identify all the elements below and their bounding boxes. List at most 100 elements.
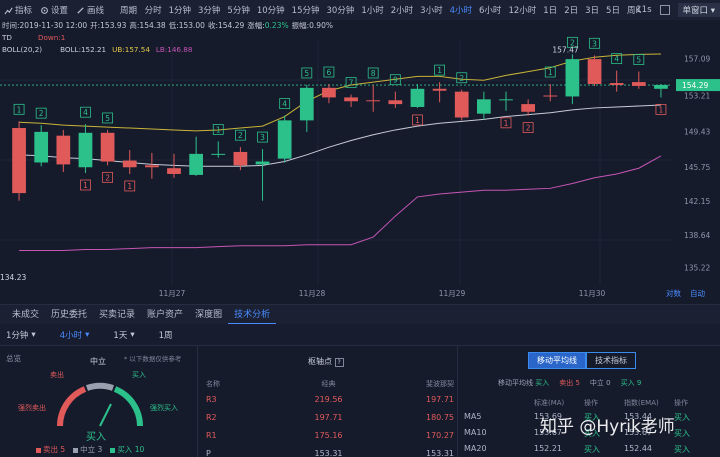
candle-body — [299, 87, 314, 121]
bottom-tab[interactable]: 账户资产 — [141, 305, 189, 325]
candle-body — [499, 99, 513, 101]
gear-icon — [41, 6, 48, 14]
candle-body — [189, 153, 203, 175]
ohlc-close: 收:154.29 — [207, 21, 245, 30]
bottom-tab[interactable]: 历史委托 — [45, 305, 93, 325]
candle-body — [654, 84, 668, 89]
interval-4-label: 1周 — [158, 330, 173, 341]
pencil-icon — [77, 6, 84, 14]
interval-3-label: 1天 — [113, 330, 128, 341]
pivot-fib: 170.27 — [426, 430, 454, 440]
td-count-up: 9 — [393, 76, 398, 85]
ohlc-low: 低:153.00 — [168, 21, 205, 30]
ma-name: MA20 — [464, 444, 487, 453]
timeframe-option[interactable]: 1分钟 — [165, 4, 194, 16]
candle-body — [609, 83, 624, 85]
interval-select-2[interactable]: 4小时 ▾ — [60, 329, 90, 341]
td-count-up: 5 — [304, 69, 309, 78]
timeframe-option[interactable]: 3小时 — [417, 4, 446, 16]
pivot-classic: 175.16 — [314, 430, 343, 440]
td-count-up: 5 — [105, 114, 110, 123]
candle-body — [322, 87, 336, 98]
ma-header-op2: 操作 — [674, 399, 688, 407]
timeframe-list: 分时 1分钟 3分钟 5分钟 10分钟 15分钟 30分钟 1小时 2小时 3小时 4小时 6小时 12… — [141, 4, 644, 16]
pivot-header-fib: 斐波那契 — [426, 380, 454, 388]
help-icon[interactable]: ? — [334, 358, 344, 367]
layout-dropdown[interactable]: 单窗口 ▾ — [677, 3, 720, 17]
price-axis-label: 135.22 — [684, 264, 710, 273]
timeframe-option[interactable]: 12小时 — [505, 4, 540, 16]
interval-2-label: 4小时 — [59, 330, 83, 341]
candle-body — [34, 131, 49, 163]
timeframe-option[interactable]: 2小时 — [387, 4, 416, 16]
gauge-buy-label: 买入 — [132, 371, 146, 379]
timeframe-option[interactable]: 3日 — [582, 4, 603, 16]
timeframe-option[interactable]: 6小时 — [476, 4, 505, 16]
ma-summary-buy: 买入 9 — [620, 379, 642, 387]
fullscreen-icon[interactable] — [659, 5, 670, 15]
pivot-row: R2 197.71 180.75 — [206, 408, 454, 426]
candle-body — [344, 97, 358, 102]
ohlc-time: 时间:2019-11-30 12:00 — [2, 21, 88, 30]
bottom-tab[interactable]: 深度图 — [189, 305, 228, 325]
price-axis-label: 149.43 — [684, 128, 710, 137]
watermark: 知乎 @Hyrik老师 — [540, 417, 675, 437]
draw-button[interactable]: 画线 — [72, 4, 108, 16]
timeframe-option[interactable]: 2日 — [561, 4, 582, 16]
pivot-name: R2 — [206, 412, 217, 422]
boll-name: BOLL(20,2) — [2, 45, 43, 54]
ma-row: MA20 152.21 买入 152.44 买入 — [464, 444, 714, 455]
gauge-arc-buy — [113, 386, 143, 427]
pivot-classic: 153.31 — [314, 448, 343, 457]
legend-neutral: 中立 3 — [73, 444, 102, 455]
price-chart[interactable]: 1 2 4512 345 67891212 34 51211 121157.09153.211… — [0, 20, 720, 304]
interval-select-1[interactable]: 1分钟 ▾ — [6, 329, 36, 341]
ohlc-change-value: 0.23% — [264, 21, 289, 30]
timeframe-option[interactable]: 1日 — [540, 4, 561, 16]
ma-summary-result: 买入 — [535, 379, 550, 387]
overview-gauge-panel: 总览 中立 * 以下数据仅供参考 卖出 买入 强烈卖出 强烈买入 买入 卖出 5… — [0, 346, 195, 457]
timeframe-option[interactable]: 4小时 — [446, 4, 475, 16]
auto-scale-toggle[interactable]: 自动 — [690, 288, 705, 298]
candle-body — [100, 132, 115, 162]
pivot-title: 枢轴点 ? — [308, 356, 344, 367]
timeframe-option[interactable]: 10分钟 — [253, 4, 288, 16]
pivot-header-name: 名称 — [206, 380, 220, 388]
layout-label: 单窗口 — [682, 6, 709, 16]
td-count-up: 3 — [260, 133, 265, 142]
timeframe-option[interactable]: 30分钟 — [323, 4, 358, 16]
interval-select-4[interactable]: 1周 — [159, 329, 173, 341]
indicators-button[interactable]: 指标 — [0, 4, 36, 16]
bottom-tab[interactable]: 买卖记录 — [93, 305, 141, 325]
timeframe-option[interactable]: 5日 — [603, 4, 624, 16]
gauge-strong-sell-label: 强烈卖出 — [18, 404, 46, 412]
boll-lb-value: LB:146.88 — [155, 45, 193, 54]
log-scale-toggle[interactable]: 对数 — [666, 288, 681, 298]
bottom-tab[interactable]: 技术分析 — [228, 305, 277, 325]
td-count-down: 1 — [415, 116, 420, 125]
gauge-strong-buy-label: 强烈买入 — [150, 404, 178, 412]
tab-technical-indicators[interactable]: 技术指标 — [586, 352, 636, 369]
td-count-down: 2 — [105, 173, 110, 182]
ma-header-ma: 标准(MA) — [534, 399, 565, 407]
moving-average-panel: 移动平均线 技术指标 移动平均线 买入 卖出 5 中立 0 买入 9 标准(MA… — [457, 346, 720, 457]
timeframe-option[interactable]: 1小时 — [358, 4, 387, 16]
tab-moving-average[interactable]: 移动平均线 — [528, 352, 586, 369]
candle-body — [521, 104, 535, 112]
interval-select-3[interactable]: 1天 ▾ — [113, 329, 134, 341]
bottom-tab[interactable]: 未成交 — [6, 305, 45, 325]
settings-button[interactable]: 设置 — [36, 4, 72, 16]
td-count-up: 6 — [327, 68, 332, 77]
timeframe-option[interactable]: 15分钟 — [288, 4, 323, 16]
timeframe-option[interactable]: 3分钟 — [195, 4, 224, 16]
pivot-name: R1 — [206, 430, 217, 440]
pivot-classic: 197.71 — [314, 412, 343, 422]
pivot-fib: 153.31 — [426, 448, 454, 457]
timeframe-option[interactable]: 分时 — [141, 4, 165, 16]
candle-body — [477, 99, 491, 114]
ohlc-readout: 时间:2019-11-30 12:00 开:153.93 高:154.38 低:… — [0, 20, 720, 32]
timeframe-option[interactable]: 5分钟 — [224, 4, 253, 16]
draw-label: 画线 — [87, 6, 105, 16]
price-axis-label: 153.21 — [684, 91, 710, 100]
boll-ub-value: UB:157.54 — [112, 45, 150, 54]
